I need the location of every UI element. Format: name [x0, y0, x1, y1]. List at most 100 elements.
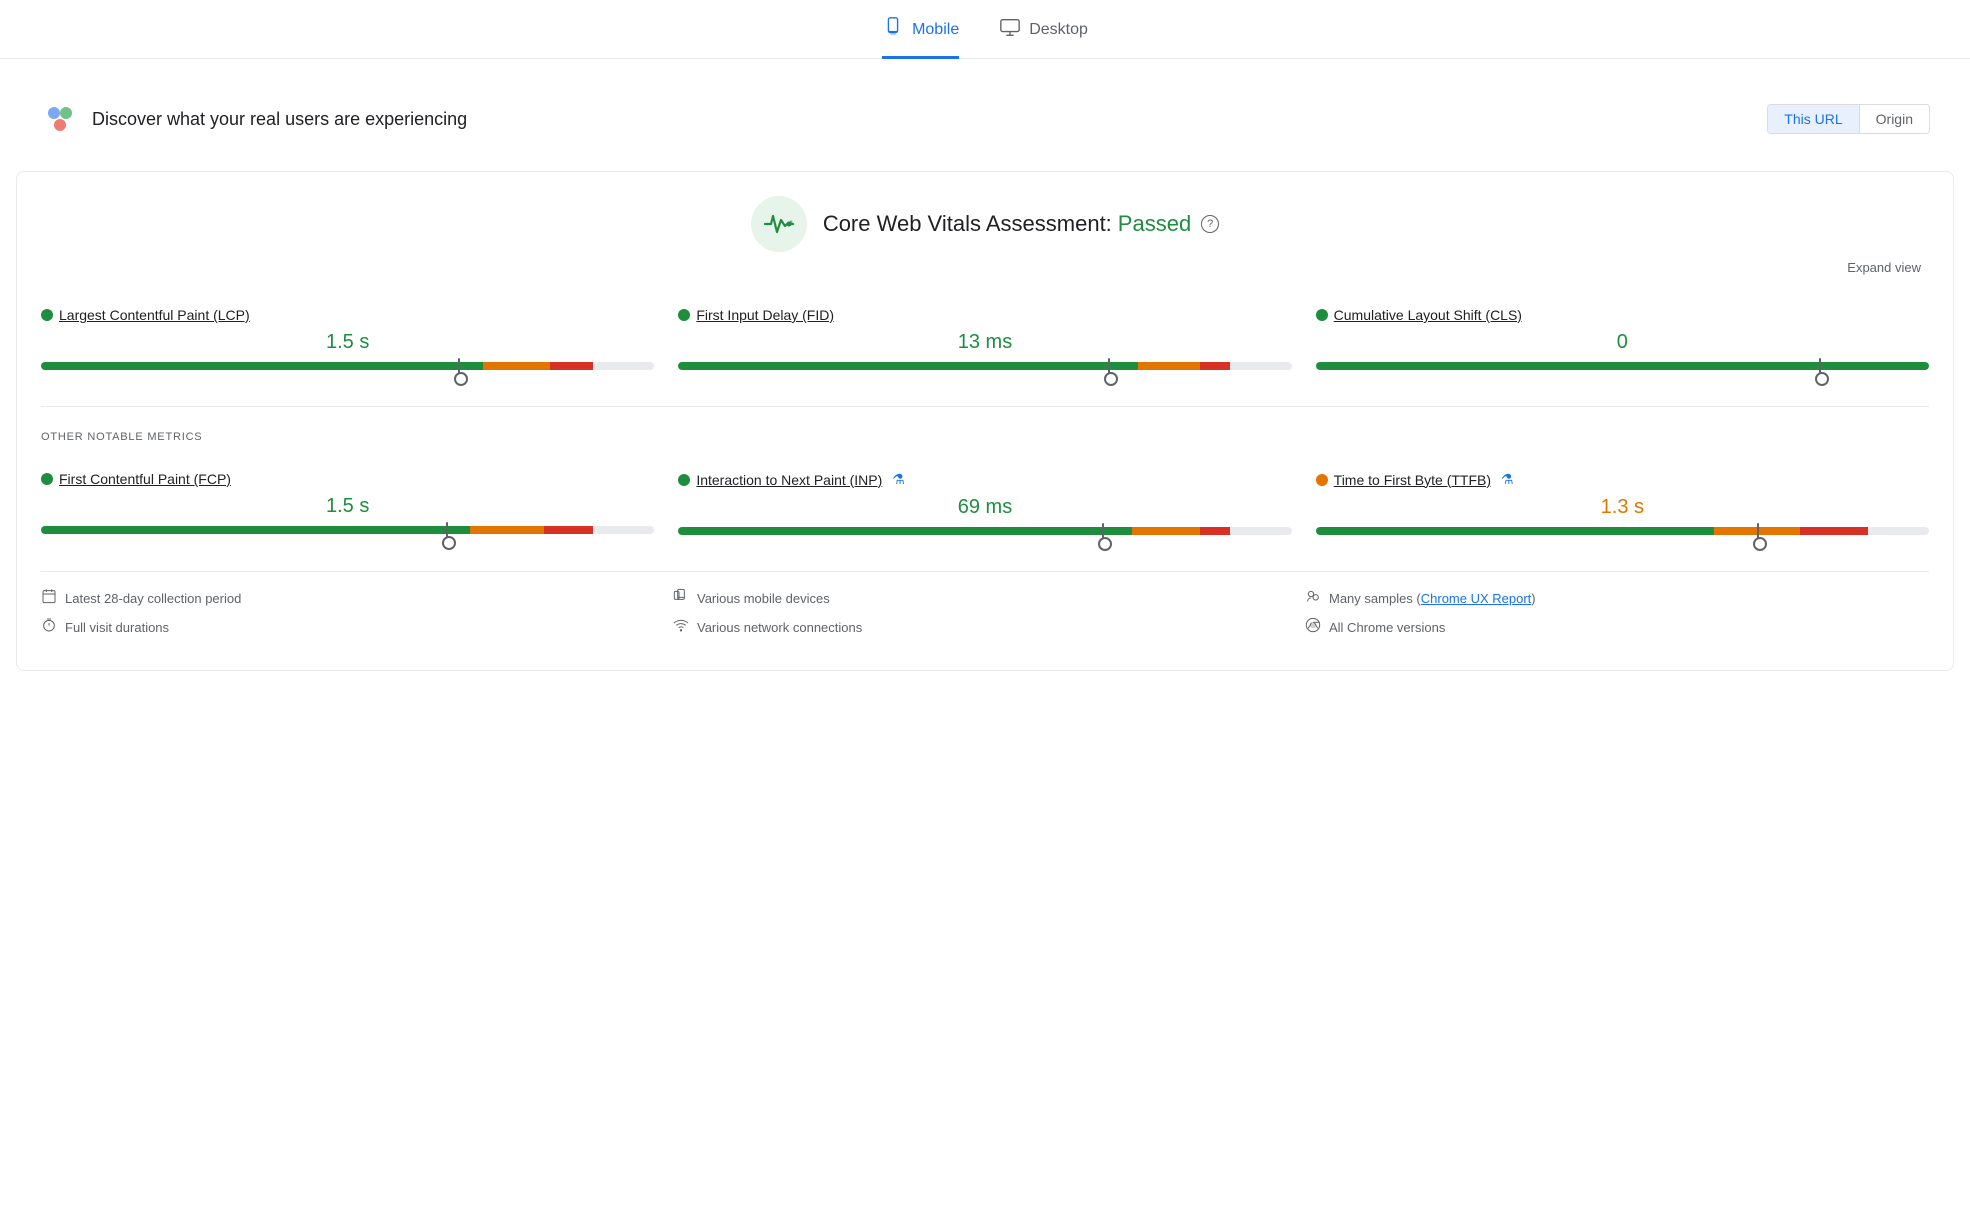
footer-info: Latest 28-day collection period Full vis… — [41, 571, 1929, 646]
inp-bar — [678, 527, 1291, 535]
mobile-devices-icon — [673, 588, 689, 609]
footer-visit-duration: Full visit durations — [41, 617, 665, 638]
ttfb-bar-red — [1800, 527, 1867, 535]
url-toggle-group: This URL Origin — [1767, 104, 1930, 134]
inp-bar-green — [678, 527, 1132, 535]
heartbeat-icon — [763, 208, 795, 240]
metric-ttfb: Time to First Byte (TTFB) ⚗ 1.3 s — [1316, 463, 1929, 547]
section-header-left: Discover what your real users are experi… — [40, 99, 467, 139]
chrome-versions-text: All Chrome versions — [1329, 620, 1445, 635]
fid-bar-empty — [1230, 362, 1291, 370]
ttfb-bar — [1316, 527, 1929, 535]
tab-desktop[interactable]: Desktop — [999, 16, 1088, 59]
fcp-bar — [41, 526, 654, 534]
lcp-bar-empty — [593, 362, 654, 370]
fcp-link[interactable]: First Contentful Paint (FCP) — [59, 471, 231, 487]
chrome-ux-report-link[interactable]: Chrome UX Report — [1421, 591, 1532, 606]
fid-dot — [678, 309, 690, 321]
fcp-marker — [446, 522, 448, 538]
ttfb-dot — [1316, 474, 1328, 486]
inp-flask-icon: ⚗ — [892, 471, 905, 488]
chrome-icon — [1305, 617, 1321, 638]
cwv-icon-circle — [751, 196, 807, 252]
collection-period-text: Latest 28-day collection period — [65, 591, 241, 606]
lcp-link[interactable]: Largest Contentful Paint (LCP) — [59, 307, 250, 323]
other-metrics-label: OTHER NOTABLE METRICS — [41, 431, 1929, 443]
other-metrics-grid: First Contentful Paint (FCP) 1.5 s Inter… — [41, 463, 1929, 547]
fid-bar-green — [678, 362, 1138, 370]
section-divider — [41, 406, 1929, 407]
cwv-help-icon[interactable]: ? — [1201, 215, 1219, 233]
inp-bar-orange — [1132, 527, 1199, 535]
timer-icon — [41, 617, 57, 638]
inp-bar-red — [1200, 527, 1231, 535]
lcp-marker — [458, 358, 460, 374]
fcp-label-row: First Contentful Paint (FCP) — [41, 471, 654, 487]
network-icon — [673, 617, 689, 638]
footer-collection-period: Latest 28-day collection period — [41, 588, 665, 609]
fid-link[interactable]: First Input Delay (FID) — [696, 307, 834, 323]
lcp-label-row: Largest Contentful Paint (LCP) — [41, 307, 654, 323]
users-icon — [40, 99, 80, 139]
fcp-bar-orange — [470, 526, 544, 534]
this-url-button[interactable]: This URL — [1768, 105, 1859, 133]
metric-inp: Interaction to Next Paint (INP) ⚗ 69 ms — [678, 463, 1291, 547]
fid-bar — [678, 362, 1291, 370]
samples-icon — [1305, 588, 1321, 609]
origin-button[interactable]: Origin — [1860, 105, 1929, 133]
ttfb-label-row: Time to First Byte (TTFB) ⚗ — [1316, 471, 1929, 488]
inp-label-row: Interaction to Next Paint (INP) ⚗ — [678, 471, 1291, 488]
cls-bar — [1316, 362, 1929, 370]
tab-bar: Mobile Desktop — [0, 0, 1970, 59]
fcp-bar-empty — [593, 526, 654, 534]
inp-link[interactable]: Interaction to Next Paint (INP) — [696, 472, 882, 488]
tab-desktop-label: Desktop — [1029, 21, 1088, 39]
cls-dot — [1316, 309, 1328, 321]
fid-label-row: First Input Delay (FID) — [678, 307, 1291, 323]
fcp-value: 1.5 s — [41, 495, 654, 518]
ttfb-marker — [1757, 523, 1759, 539]
lcp-bar — [41, 362, 654, 370]
section-title: Discover what your real users are experi… — [92, 109, 467, 130]
footer-col-1: Latest 28-day collection period Full vis… — [41, 588, 665, 646]
mobile-devices-text: Various mobile devices — [697, 591, 830, 606]
cwv-header: Core Web Vitals Assessment: Passed ? — [41, 196, 1929, 252]
ttfb-bar-green — [1316, 527, 1715, 535]
inp-value: 69 ms — [678, 496, 1291, 519]
cls-bar-green — [1316, 362, 1929, 370]
core-metrics-grid: Largest Contentful Paint (LCP) 1.5 s Fir… — [41, 299, 1929, 382]
metric-fcp: First Contentful Paint (FCP) 1.5 s — [41, 463, 654, 547]
main-card: Core Web Vitals Assessment: Passed ? Exp… — [16, 171, 1954, 671]
footer-network: Various network connections — [673, 617, 1297, 638]
lcp-bar-green — [41, 362, 483, 370]
cls-value: 0 — [1316, 331, 1929, 354]
footer-col-2: Various mobile devices Various network c… — [673, 588, 1297, 646]
footer-mobile-devices: Various mobile devices — [673, 588, 1297, 609]
inp-bar-empty — [1230, 527, 1291, 535]
footer-col-3: Many samples (Chrome UX Report) All Chro… — [1305, 588, 1929, 646]
footer-chrome-versions: All Chrome versions — [1305, 617, 1929, 638]
fid-marker — [1108, 358, 1110, 374]
cls-marker — [1819, 358, 1821, 374]
samples-text: Many samples (Chrome UX Report) — [1329, 591, 1536, 606]
cls-label-row: Cumulative Layout Shift (CLS) — [1316, 307, 1929, 323]
metric-cls: Cumulative Layout Shift (CLS) 0 — [1316, 299, 1929, 382]
inp-dot — [678, 474, 690, 486]
cwv-status: Passed — [1118, 211, 1191, 237]
lcp-bar-red — [550, 362, 593, 370]
lcp-bar-orange — [483, 362, 550, 370]
tab-mobile-label: Mobile — [912, 21, 959, 39]
ttfb-bar-empty — [1868, 527, 1929, 535]
metric-fid: First Input Delay (FID) 13 ms — [678, 299, 1291, 382]
expand-view-link[interactable]: Expand view — [41, 260, 1929, 275]
fcp-bar-green — [41, 526, 470, 534]
cls-link[interactable]: Cumulative Layout Shift (CLS) — [1334, 307, 1522, 323]
metric-lcp: Largest Contentful Paint (LCP) 1.5 s — [41, 299, 654, 382]
fid-bar-orange — [1138, 362, 1199, 370]
cwv-title: Core Web Vitals Assessment: Passed ? — [823, 211, 1219, 237]
ttfb-link[interactable]: Time to First Byte (TTFB) — [1334, 472, 1491, 488]
ttfb-value: 1.3 s — [1316, 496, 1929, 519]
desktop-icon — [999, 16, 1021, 44]
fid-bar-red — [1200, 362, 1231, 370]
tab-mobile[interactable]: Mobile — [882, 16, 959, 59]
